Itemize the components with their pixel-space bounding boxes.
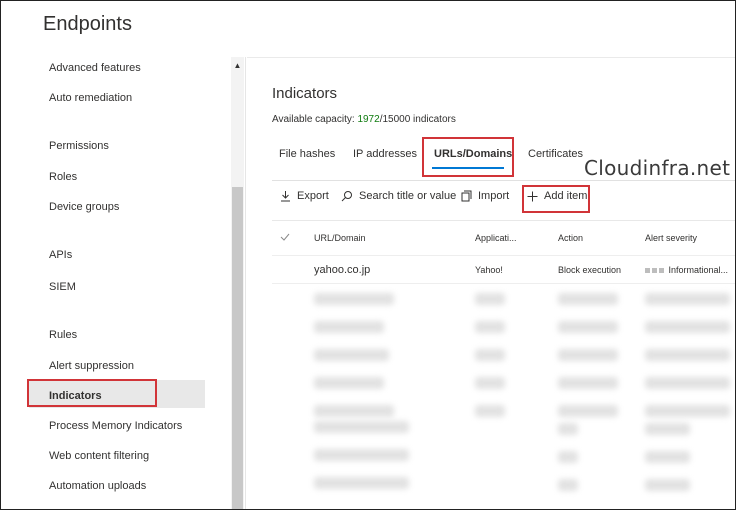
sidebar-item-automation-uploads[interactable]: Automation uploads — [49, 480, 146, 492]
redacted-row-cell — [558, 321, 618, 333]
severity-bar-icon — [659, 268, 664, 274]
redacted-row-cell — [558, 479, 578, 491]
capacity-label: Available capacity: — [272, 114, 355, 125]
watermark: Cloudinfra.net — [584, 156, 731, 180]
sidebar-heading-apis: APIs — [49, 249, 73, 261]
column-header-action[interactable]: Action — [558, 233, 583, 243]
page-title: Endpoints — [43, 13, 132, 35]
row-1-severity-label: Informational... — [668, 265, 729, 275]
sidebar-scroll-thumb[interactable] — [232, 187, 243, 509]
redacted-row-cell — [558, 377, 618, 389]
export-label: Export — [297, 190, 329, 202]
row-divider — [272, 283, 735, 284]
row-1-severity: Informational... — [645, 265, 728, 275]
redacted-row-cell — [314, 321, 384, 333]
sidebar-item-device-groups[interactable]: Device groups — [49, 201, 119, 213]
row-1-url[interactable]: yahoo.co.jp — [314, 264, 370, 276]
column-header-application[interactable]: Applicati... — [475, 233, 517, 243]
redacted-row-cell — [475, 293, 505, 305]
redacted-row-cell — [314, 405, 394, 417]
capacity-text: Available capacity: 1972/15000 indicator… — [272, 114, 456, 125]
redacted-row-cell — [558, 349, 618, 361]
search-button[interactable]: Search title or value — [341, 190, 456, 202]
row-1-application: Yahoo! — [475, 265, 503, 275]
main-panel: Indicators Available capacity: 1972/1500… — [247, 57, 735, 509]
redacted-row-cell — [314, 477, 409, 489]
redacted-row-cell — [314, 449, 409, 461]
scroll-up-arrow-icon[interactable]: ▲ — [232, 61, 243, 71]
redacted-row-cell — [314, 421, 409, 433]
redacted-row-cell — [558, 293, 618, 305]
import-icon — [461, 190, 472, 202]
highlight-box-indicators — [27, 379, 157, 407]
redacted-row-cell — [645, 293, 730, 305]
tab-file-hashes[interactable]: File hashes — [279, 148, 335, 160]
tabs-divider — [272, 180, 735, 181]
indicators-title: Indicators — [272, 85, 338, 102]
export-button[interactable]: Export — [280, 190, 329, 202]
severity-bar-icon — [652, 268, 657, 274]
row-1-action: Block execution — [558, 265, 622, 275]
import-button[interactable]: Import — [461, 190, 509, 202]
select-all-check-icon[interactable] — [280, 233, 290, 241]
redacted-row-cell — [558, 451, 578, 463]
redacted-row-cell — [475, 321, 505, 333]
redacted-row-cell — [314, 349, 389, 361]
download-icon — [280, 190, 291, 202]
redacted-row-cell — [645, 423, 690, 435]
search-label: Search title or value — [359, 190, 457, 202]
capacity-used: 1972 — [357, 114, 380, 125]
import-label: Import — [478, 190, 510, 202]
redacted-row-cell — [314, 293, 394, 305]
redacted-row-cell — [558, 423, 578, 435]
sidebar-item-process-memory-indicators[interactable]: Process Memory Indicators — [49, 420, 182, 432]
header-row-divider — [272, 255, 735, 256]
redacted-row-cell — [645, 349, 730, 361]
sidebar-item-roles[interactable]: Roles — [49, 171, 77, 183]
capacity-total: /15000 indicators — [379, 114, 456, 125]
sidebar-heading-permissions: Permissions — [49, 140, 109, 152]
highlight-box-urls-tab — [422, 137, 514, 177]
column-header-alert-severity[interactable]: Alert severity — [645, 233, 697, 243]
redacted-row-cell — [645, 321, 730, 333]
sidebar: Advanced features Auto remediation Permi… — [1, 57, 246, 509]
tab-ip-addresses[interactable]: IP addresses — [353, 148, 417, 160]
column-header-url-domain[interactable]: URL/Domain — [314, 233, 366, 243]
tab-certificates[interactable]: Certificates — [528, 148, 583, 160]
sidebar-item-alert-suppression[interactable]: Alert suppression — [49, 360, 134, 372]
sidebar-item-siem[interactable]: SIEM — [49, 281, 76, 293]
sidebar-item-web-content-filtering[interactable]: Web content filtering — [49, 450, 149, 462]
severity-bar-icon — [645, 268, 650, 274]
redacted-row-cell — [314, 377, 384, 389]
highlight-box-add-item — [522, 185, 590, 213]
sidebar-heading-rules: Rules — [49, 329, 78, 341]
redacted-row-cell — [558, 405, 618, 417]
redacted-row-cell — [475, 349, 505, 361]
sidebar-item-auto-remediation[interactable]: Auto remediation — [49, 92, 132, 104]
redacted-row-cell — [475, 377, 505, 389]
redacted-row-cell — [645, 451, 690, 463]
redacted-row-cell — [645, 405, 730, 417]
search-icon — [341, 190, 353, 202]
app-frame: Endpoints Advanced features Auto remedia… — [0, 0, 736, 510]
redacted-row-cell — [645, 377, 730, 389]
redacted-row-cell — [475, 405, 505, 417]
redacted-row-cell — [645, 479, 690, 491]
toolbar-divider — [272, 220, 735, 221]
sidebar-item-advanced-features[interactable]: Advanced features — [49, 62, 141, 74]
